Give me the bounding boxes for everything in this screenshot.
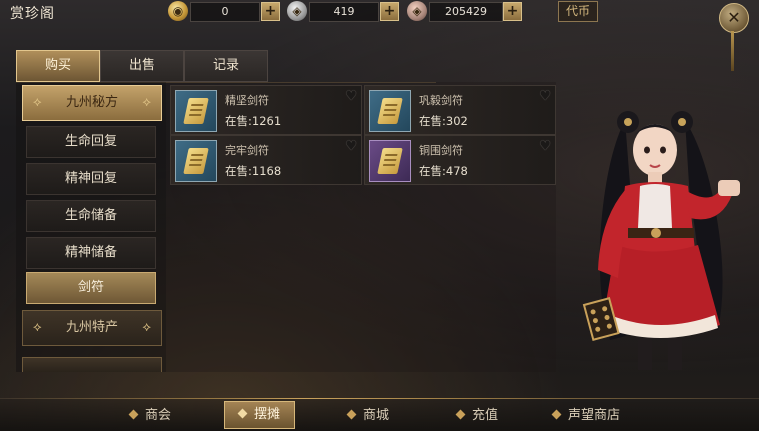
tab-sell[interactable]: 出售 [100,50,184,82]
shopkeeper-character [582,111,740,370]
close-tassel [731,31,734,71]
token-button[interactable]: 代币 [558,1,598,22]
nav-reputation-shop[interactable]: 声望商店 [551,405,621,427]
category-next-partial[interactable] [22,357,162,372]
talisman-icon [377,98,403,124]
nav-mall[interactable]: 商城 [346,405,390,427]
nav-label: 充值 [472,408,499,423]
item-icon-frame [175,90,217,132]
ornament-icon: ⟡ [33,320,42,335]
subcategory-hp-recovery[interactable]: 生命回复 [26,126,156,158]
talisman-icon [183,148,209,174]
bottom-nav: 商会 摆摊 商城 充值 声望商店 [0,398,759,431]
ornament-icon: ⟡ [142,320,151,335]
diamond-icon [346,409,357,420]
item-icon-frame [369,140,411,182]
subcategory-spirit-recovery[interactable]: 精神回复 [26,163,156,195]
item-name: 巩毅剑符 [419,94,463,107]
favorite-heart-icon[interactable]: ♥ [539,139,551,154]
nav-stall[interactable]: 摆摊 [224,401,296,429]
gold-value: 0 [190,2,260,22]
nav-label: 商城 [363,408,390,423]
item-name: 精坚剑符 [225,94,269,107]
silver-value: 419 [309,2,379,22]
nav-label: 摆摊 [254,407,281,422]
nav-chamber-of-commerce[interactable]: 商会 [128,405,172,427]
favorite-heart-icon[interactable]: ♥ [539,89,551,104]
page-title: 赏珍阁 [10,6,55,22]
item-card[interactable]: 完牢剑符 在售:1168 ♥ [170,135,362,185]
subcategory-spirit-reserve[interactable]: 精神储备 [26,237,156,269]
item-card[interactable]: 精坚剑符 在售:1261 ♥ [170,85,362,135]
silver-currency: ◈ 419 + [287,1,399,22]
item-icon-frame [175,140,217,182]
tab-buy[interactable]: 购买 [16,50,100,82]
market-tabs: 购买 出售 记录 [16,48,436,83]
gold-coin-icon: ◉ [168,1,188,21]
item-name: 铜围剑符 [419,144,463,157]
add-gold-button[interactable]: + [261,2,280,21]
favorite-heart-icon[interactable]: ♥ [345,89,357,104]
category-label: 九州特产 [65,320,118,335]
copper-coin-icon: ◈ [407,1,427,21]
nav-glow-line [0,398,759,399]
silver-coin-icon: ◈ [287,1,307,21]
ornament-icon: ⟡ [142,95,151,110]
item-grid: 精坚剑符 在售:1261 ♥ 巩毅剑符 在售:302 ♥ 完牢剑符 在售:116… [166,82,556,372]
item-stock: 在售:1261 [225,114,282,128]
diamond-icon [551,409,562,420]
category-jiuzhou-specialties[interactable]: ⟡ 九州特产 ⟡ [22,310,162,346]
diamond-icon [455,409,466,420]
item-card[interactable]: 铜围剑符 在售:478 ♥ [364,135,556,185]
subcategory-sword-talisman[interactable]: 剑符 [26,272,156,304]
category-menu: ⟡ 九州秘方 ⟡ 生命回复 精神回复 生命储备 精神储备 剑符 ⟡ 九州特产 ⟡ [16,82,166,372]
item-icon-frame [369,90,411,132]
item-card[interactable]: 巩毅剑符 在售:302 ♥ [364,85,556,135]
diamond-icon [237,408,248,419]
favorite-heart-icon[interactable]: ♥ [345,139,357,154]
item-stock: 在售:1168 [225,164,282,178]
item-stock: 在售:302 [419,114,468,128]
close-icon[interactable]: ✕ [719,3,749,33]
subcategory-hp-reserve[interactable]: 生命储备 [26,200,156,232]
diamond-icon [128,409,139,420]
gold-currency: ◉ 0 + [168,1,280,22]
copper-value: 205429 [429,2,503,22]
nav-recharge[interactable]: 充值 [455,405,499,427]
category-label: 九州秘方 [65,95,118,110]
top-bar: 赏珍阁 ◉ 0 + ◈ 419 + ◈ 205429 + 代币 [0,0,759,24]
nav-label: 商会 [145,408,172,423]
add-silver-button[interactable]: + [380,2,399,21]
item-stock: 在售:478 [419,164,468,178]
talisman-icon [183,98,209,124]
tab-records[interactable]: 记录 [184,50,268,82]
add-copper-button[interactable]: + [503,2,522,21]
category-jiuzhou-recipes[interactable]: ⟡ 九州秘方 ⟡ [22,85,162,121]
talisman-icon [377,148,403,174]
ornament-icon: ⟡ [33,95,42,110]
item-name: 完牢剑符 [225,144,269,157]
nav-label: 声望商店 [568,408,621,423]
copper-currency: ◈ 205429 + [407,1,522,22]
